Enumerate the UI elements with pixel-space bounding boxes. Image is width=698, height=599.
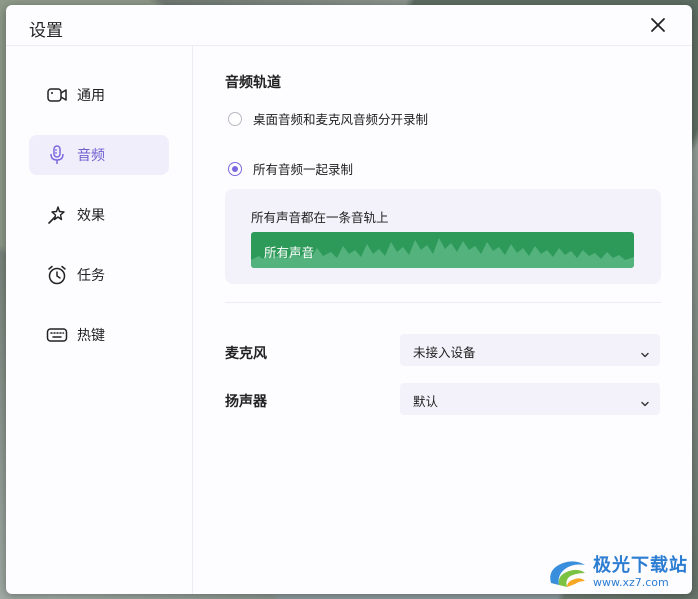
watermark-text: 极光下载站 <box>593 554 688 576</box>
sidebar-item-effects[interactable]: 效果 <box>29 195 169 235</box>
sidebar-item-tasks[interactable]: 任务 <box>29 255 169 295</box>
speaker-select[interactable]: 默认 <box>400 383 660 415</box>
separate-recording-option[interactable]: 桌面音频和麦克风音频分开录制 <box>228 109 428 128</box>
magic-wand-icon <box>46 204 68 226</box>
audio-track-bar: 所有声音 <box>251 232 634 268</box>
sidebar-item-label: 效果 <box>77 208 105 224</box>
microphone-select[interactable]: 未接入设备 <box>400 334 660 366</box>
close-button[interactable] <box>648 15 668 35</box>
track-info-box: 所有声音都在一条音轨上 所有声音 <box>225 189 661 284</box>
radio-unchecked[interactable] <box>228 111 242 126</box>
speaker-label: 扬声器 <box>225 394 267 410</box>
track-label: 所有声音 <box>264 245 315 260</box>
watermark: 极光下载站 www.xz7.com <box>545 555 688 589</box>
keyboard-icon <box>46 324 68 346</box>
audio-settings-panel: 音频轨道 桌面音频和麦克风音频分开录制 所有音频一起录制 所有声音都在一条音轨上… <box>193 46 692 594</box>
sidebar-item-hotkeys[interactable]: 热键 <box>29 315 169 355</box>
watermark-url: www.xz7.com <box>593 575 669 589</box>
camera-icon <box>46 84 68 106</box>
sidebar: 通用 音频 效果 任务 热键 <box>6 46 193 594</box>
track-info-text: 所有声音都在一条音轨上 <box>251 210 389 225</box>
section-title: 音频轨道 <box>225 75 281 91</box>
microphone-icon <box>46 144 68 166</box>
chevron-down-icon <box>640 345 650 358</box>
sidebar-item-general[interactable]: 通用 <box>29 75 169 115</box>
alarm-clock-icon <box>46 264 68 286</box>
combined-recording-option[interactable]: 所有音频一起录制 <box>228 159 353 178</box>
microphone-select-value: 未接入设备 <box>413 345 476 360</box>
radio-checked[interactable] <box>228 161 242 176</box>
settings-dialog: 设置 通用 音频 效果 任务 热键 音频轨道 桌面音频和麦克风音频分开录制 所有… <box>6 5 692 594</box>
dialog-title: 设置 <box>29 21 63 41</box>
sidebar-item-label: 通用 <box>77 88 105 104</box>
option-label: 桌面音频和麦克风音频分开录制 <box>253 112 429 127</box>
close-icon <box>651 18 665 32</box>
microphone-label: 麦克风 <box>225 346 267 362</box>
speaker-select-value: 默认 <box>413 394 439 409</box>
divider <box>225 302 661 303</box>
chevron-down-icon <box>640 394 650 407</box>
sidebar-item-label: 音频 <box>77 148 105 164</box>
option-label: 所有音频一起录制 <box>253 162 354 177</box>
sidebar-item-audio[interactable]: 音频 <box>29 135 169 175</box>
sidebar-item-label: 热键 <box>77 328 105 344</box>
aurora-logo-icon <box>550 561 585 587</box>
title-bar: 设置 <box>6 5 692 46</box>
sidebar-item-label: 任务 <box>77 268 105 284</box>
